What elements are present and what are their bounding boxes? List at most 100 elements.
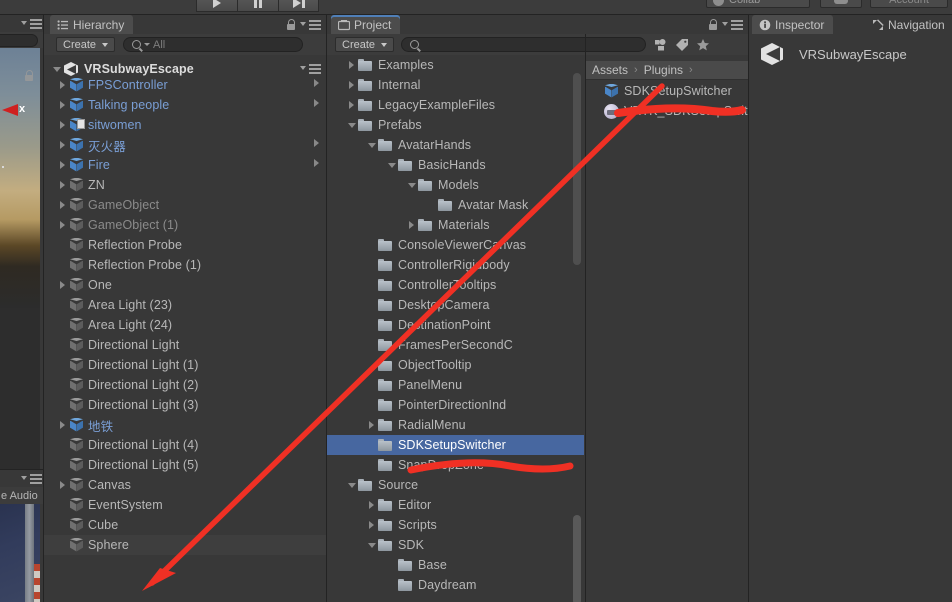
- project-row[interactable]: Scripts: [327, 515, 584, 535]
- hierarchy-row[interactable]: Reflection Probe: [44, 235, 326, 255]
- hierarchy-create-button[interactable]: Create: [56, 37, 116, 52]
- scene-view-search-input[interactable]: [0, 34, 38, 47]
- project-row[interactable]: LegacyExampleFiles: [327, 95, 584, 115]
- expand-arrow-icon[interactable]: [345, 95, 358, 115]
- project-row[interactable]: Daydream: [327, 575, 584, 595]
- scene-viewport-lower[interactable]: [0, 308, 40, 485]
- collapse-arrow-icon[interactable]: [365, 535, 378, 555]
- project-row[interactable]: Examples: [327, 55, 584, 75]
- expand-arrow-icon[interactable]: [56, 215, 69, 235]
- expand-arrow-icon[interactable]: [345, 55, 358, 75]
- hierarchy-row[interactable]: 地铁: [44, 415, 326, 435]
- scene-view-menu-icon[interactable]: [21, 18, 42, 30]
- hierarchy-row[interactable]: Directional Light: [44, 335, 326, 355]
- collapse-arrow-icon[interactable]: [365, 135, 378, 155]
- project-row[interactable]: DesktopCamera: [327, 295, 584, 315]
- chevron-right-icon[interactable]: [314, 79, 319, 87]
- project-row[interactable]: Materials: [327, 215, 584, 235]
- label-filter-icon[interactable]: [671, 35, 692, 54]
- hierarchy-row[interactable]: ZN: [44, 175, 326, 195]
- expand-arrow-icon[interactable]: [56, 75, 69, 95]
- game-view-toolbar-label[interactable]: e Audio: [0, 490, 38, 502]
- hierarchy-row[interactable]: Directional Light (4): [44, 435, 326, 455]
- hierarchy-row[interactable]: Talking people: [44, 95, 326, 115]
- collapse-arrow-icon[interactable]: [385, 155, 398, 175]
- hierarchy-row[interactable]: Directional Light (1): [44, 355, 326, 375]
- expand-arrow-icon[interactable]: [365, 415, 378, 435]
- tab-navigation[interactable]: Navigation: [865, 15, 952, 34]
- scene-gizmo-x-axis[interactable]: x: [2, 103, 28, 116]
- project-row[interactable]: ControllerRigidbody: [327, 255, 584, 275]
- hierarchy-row[interactable]: Directional Light (2): [44, 375, 326, 395]
- expand-arrow-icon[interactable]: [345, 75, 358, 95]
- scene-root-menu-icon[interactable]: [300, 63, 321, 75]
- scene-lock-icon[interactable]: [24, 70, 34, 82]
- project-row[interactable]: RadialMenu: [327, 415, 584, 435]
- hierarchy-row[interactable]: Fire: [44, 155, 326, 175]
- project-row[interactable]: AvatarHands: [327, 135, 584, 155]
- chevron-right-icon[interactable]: [314, 159, 319, 167]
- hierarchy-row[interactable]: Sphere: [44, 535, 326, 555]
- hierarchy-row[interactable]: GameObject (1): [44, 215, 326, 235]
- expand-arrow-icon[interactable]: [56, 475, 69, 495]
- project-row[interactable]: Internal: [327, 75, 584, 95]
- project-tree-scrollbar-thumb[interactable]: [573, 515, 581, 602]
- project-row[interactable]: Avatar Mask: [327, 195, 584, 215]
- project-row[interactable]: BasicHands: [327, 155, 584, 175]
- hierarchy-row[interactable]: Reflection Probe (1): [44, 255, 326, 275]
- hierarchy-row[interactable]: Canvas: [44, 475, 326, 495]
- expand-arrow-icon[interactable]: [56, 115, 69, 135]
- project-create-button[interactable]: Create: [335, 37, 395, 52]
- hierarchy-row[interactable]: 灭火器: [44, 135, 326, 155]
- project-row[interactable]: DestinationPoint: [327, 315, 584, 335]
- expand-arrow-icon[interactable]: [365, 515, 378, 535]
- hierarchy-row[interactable]: One: [44, 275, 326, 295]
- project-tree[interactable]: Examples Internal LegacyExampleFiles Prefab…: [327, 55, 584, 602]
- project-row-selected[interactable]: SDKSetupSwitcher: [327, 435, 584, 455]
- hierarchy-tree[interactable]: FPSController Talking people sitwomen 灭火器 Fi…: [44, 75, 326, 602]
- expand-arrow-icon[interactable]: [56, 415, 69, 435]
- project-row[interactable]: Source: [327, 475, 584, 495]
- asset-list[interactable]: SDKSetupSwitcher VRTK_SDKSetupSwitcher: [586, 81, 748, 602]
- pause-button[interactable]: [237, 0, 278, 12]
- project-row[interactable]: PanelMenu: [327, 375, 584, 395]
- divider-scene-game[interactable]: [0, 469, 43, 470]
- project-row[interactable]: FramesPerSecondC: [327, 335, 584, 355]
- expand-arrow-icon[interactable]: [365, 495, 378, 515]
- project-row[interactable]: PointerDirectionInd: [327, 395, 584, 415]
- expand-arrow-icon[interactable]: [56, 135, 69, 155]
- game-view-menu-icon[interactable]: [21, 473, 42, 485]
- collapse-arrow-icon[interactable]: [405, 175, 418, 195]
- play-button[interactable]: [196, 0, 237, 12]
- tab-inspector[interactable]: Inspector: [752, 15, 834, 34]
- project-row[interactable]: ConsoleViewerCanvas: [327, 235, 584, 255]
- collapse-arrow-icon[interactable]: [345, 475, 358, 495]
- tab-project[interactable]: Project: [331, 15, 401, 34]
- hierarchy-row[interactable]: FPSController: [44, 75, 326, 95]
- hierarchy-menu-icon[interactable]: [300, 19, 321, 31]
- hierarchy-row[interactable]: sitwomen: [44, 115, 326, 135]
- breadcrumb-plugins[interactable]: Plugins: [644, 63, 683, 77]
- step-button[interactable]: [278, 0, 319, 12]
- hierarchy-row[interactable]: Area Light (24): [44, 315, 326, 335]
- project-row[interactable]: SnapDropZone: [327, 455, 584, 475]
- favorite-star-icon[interactable]: [692, 35, 713, 54]
- project-row[interactable]: ControllerTooltips: [327, 275, 584, 295]
- expand-arrow-icon[interactable]: [56, 95, 69, 115]
- project-menu-icon[interactable]: [722, 19, 743, 31]
- object-filter-icon[interactable]: [650, 35, 671, 54]
- expand-arrow-icon[interactable]: [56, 195, 69, 215]
- hierarchy-search-input[interactable]: All: [123, 37, 304, 52]
- project-row[interactable]: SDK: [327, 535, 584, 555]
- collapse-arrow-icon[interactable]: [345, 115, 358, 135]
- project-row[interactable]: ObjectTooltip: [327, 355, 584, 375]
- account-button[interactable]: Account: [870, 0, 948, 8]
- asset-row[interactable]: SDKSetupSwitcher: [586, 81, 748, 101]
- cloud-services-button[interactable]: [820, 0, 862, 8]
- asset-row[interactable]: VRTK_SDKSetupSwitcher: [586, 101, 748, 121]
- hierarchy-row[interactable]: GameObject: [44, 195, 326, 215]
- collab-button[interactable]: Collab: [706, 0, 810, 8]
- chevron-right-icon[interactable]: [314, 139, 319, 147]
- expand-arrow-icon[interactable]: [56, 175, 69, 195]
- tab-hierarchy[interactable]: Hierarchy: [50, 15, 134, 34]
